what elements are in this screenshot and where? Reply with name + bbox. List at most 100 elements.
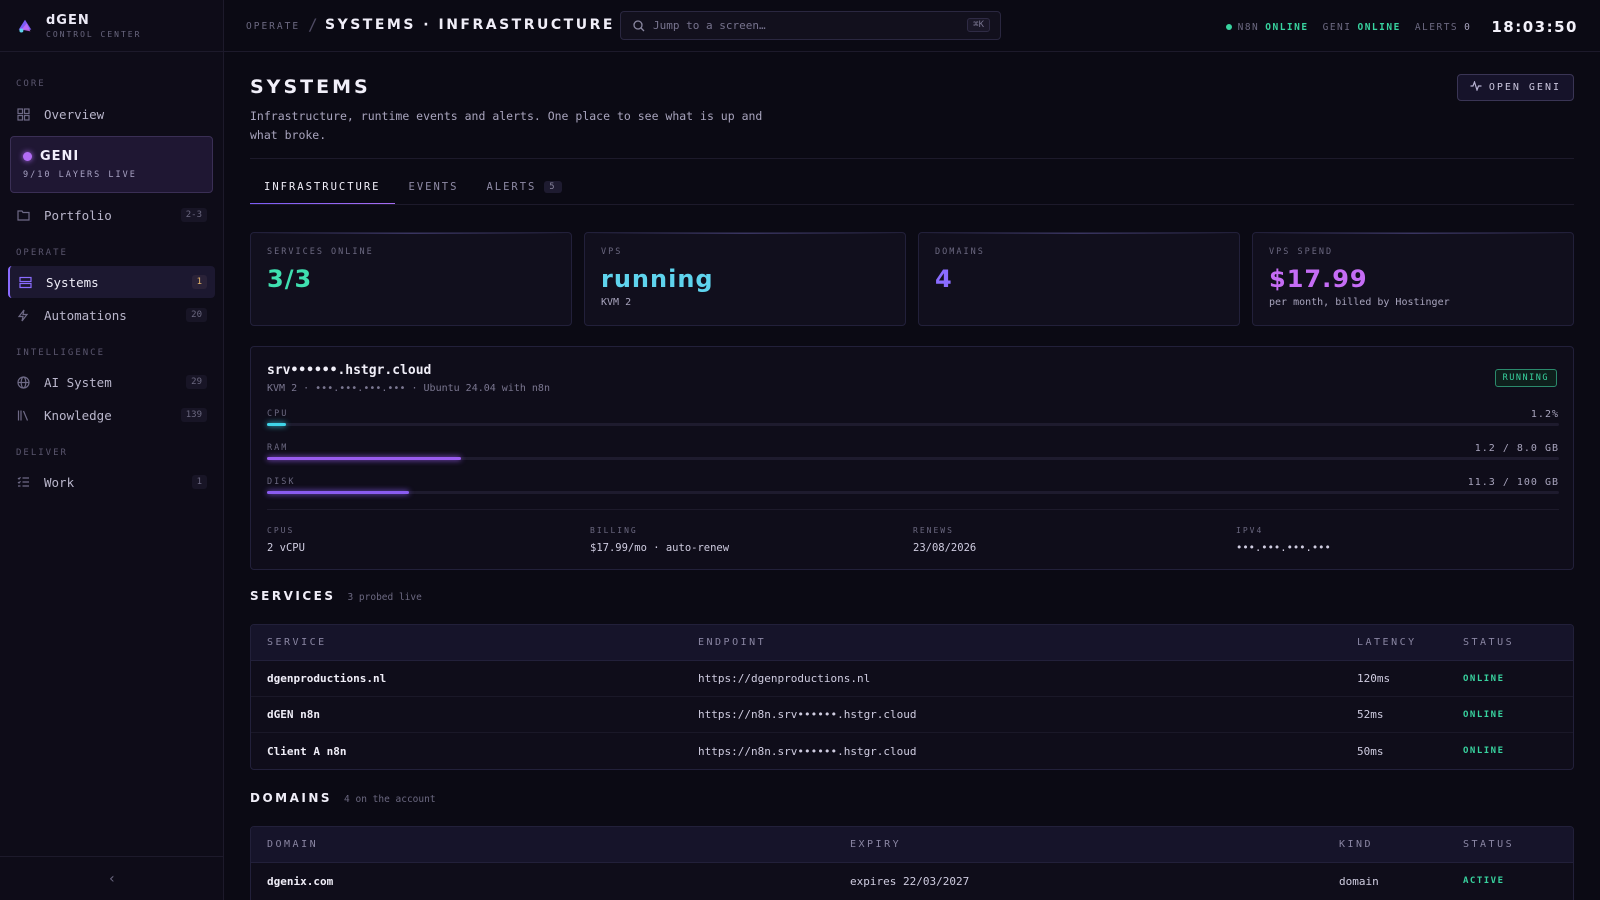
tab-alerts[interactable]: ALERTS 5 [472, 170, 575, 204]
sidebar-item-work[interactable]: Work 1 [8, 466, 215, 498]
page-description: Infrastructure, runtime events and alert… [250, 109, 763, 142]
sidebar-item-count: 2-3 [180, 208, 207, 222]
stat-value: 4 [935, 265, 953, 293]
section-label-core: CORE [16, 79, 46, 89]
sidebar-item-label: Overview [44, 106, 105, 122]
column-header-status: STATUS [1463, 637, 1515, 648]
sidebar-item-automations[interactable]: Automations 20 [8, 299, 215, 331]
sidebar-item-knowledge[interactable]: Knowledge 139 [8, 399, 215, 431]
alerts-status-value: 0 [1464, 21, 1472, 33]
stat-services-online: SERVICES ONLINE 3/3 [250, 232, 572, 326]
tab-label: EVENTS [408, 181, 459, 193]
services-table: SERVICE ENDPOINT LATENCY STATUS dgenprod… [250, 624, 1574, 770]
meter-label: DISK [267, 477, 296, 487]
cell-latency: 120ms [1357, 672, 1391, 685]
section-label-operate: OPERATE [16, 248, 68, 258]
stat-label: VPS [601, 247, 623, 257]
tab-bar: INFRASTRUCTURE EVENTS ALERTS 5 [250, 170, 576, 205]
brand-subtitle: CONTROL CENTER [46, 29, 142, 39]
sidebar-item-overview[interactable]: Overview [8, 98, 215, 130]
vps-hostname: srv••••••.hstgr.cloud [267, 363, 432, 378]
geni-status-label: GENI [1322, 21, 1352, 33]
table-row[interactable]: Client A n8n https://n8n.srv••••••.hstgr… [251, 733, 1573, 769]
search-bar[interactable]: ⌘K [620, 11, 1001, 40]
sidebar-item-label: Knowledge [44, 407, 112, 423]
sidebar-item-label: AI System [44, 374, 112, 390]
tab-label: INFRASTRUCTURE [264, 181, 381, 193]
table-row[interactable]: dGEN n8n https://n8n.srv••••••.hstgr.clo… [251, 697, 1573, 733]
sidebar-item-label: Work [44, 474, 75, 490]
sidebar-item-portfolio[interactable]: Portfolio 2-3 [8, 199, 215, 231]
vps-status-badge: RUNNING [1494, 369, 1557, 387]
column-header-expiry: EXPIRY [850, 839, 902, 850]
stat-label: VPS SPEND [1269, 247, 1334, 257]
globe-icon [16, 375, 30, 389]
open-geni-button[interactable]: OPEN GENI [1456, 74, 1574, 101]
vps-info-renews: RENEWS 23/08/2026 [913, 526, 1236, 554]
alerts-status-label[interactable]: ALERTS [1415, 22, 1458, 33]
meter-track [267, 457, 1559, 460]
brand-name: dGEN [46, 12, 90, 28]
brand[interactable]: dGEN CONTROL CENTER [0, 0, 223, 52]
ram-meter: RAM 1.2 / 8.0 GB [267, 443, 1559, 460]
cell-endpoint[interactable]: https://n8n.srv••••••.hstgr.cloud [698, 708, 917, 721]
sidebar-item-count: 20 [186, 308, 207, 322]
cell-kind: domain [1339, 874, 1379, 888]
n8n-status-label: N8N [1237, 21, 1260, 33]
dgen-logo-icon [18, 19, 32, 32]
disk-meter-fill [267, 491, 410, 494]
sidebar-item-systems[interactable]: Systems 1 [8, 266, 215, 298]
stat-value: 3/3 [267, 265, 313, 293]
stat-vps: VPS running KVM 2 [584, 232, 906, 326]
cell-status: ONLINE [1463, 746, 1505, 756]
column-header-domain: DOMAIN [267, 839, 319, 850]
folder-icon [16, 208, 30, 222]
tabs-divider [250, 204, 1574, 205]
meter-label: CPU [267, 409, 289, 419]
cell-status: ACTIVE [1463, 876, 1505, 886]
section-label-deliver: DELIVER [16, 448, 68, 458]
breadcrumb-parent[interactable]: OPERATE [246, 21, 300, 32]
info-label: IPV4 [1236, 526, 1264, 535]
system-status: N8N ONLINE GENI ONLINE ALERTS 0 18:03:50 [1225, 18, 1578, 36]
breadcrumb-current: SYSTEMS · INFRASTRUCTURE [325, 17, 615, 33]
tab-events[interactable]: EVENTS [395, 170, 473, 204]
table-row[interactable]: dgenix.com expires 22/03/2027 domain ACT… [251, 863, 1573, 899]
info-label: CPUS [267, 526, 295, 535]
tab-infrastructure[interactable]: INFRASTRUCTURE [250, 170, 395, 205]
n8n-status-dot [1225, 24, 1232, 30]
grid-icon [16, 107, 30, 121]
info-value: 23/08/2026 [913, 542, 977, 554]
domains-header: DOMAINS 4 on the account [250, 791, 436, 805]
cpu-meter-fill [267, 423, 287, 426]
cell-latency: 50ms [1357, 744, 1384, 758]
ram-meter-fill [267, 457, 461, 460]
column-header-service: SERVICE [267, 637, 327, 648]
info-value: •••.•••.•••.••• [1236, 542, 1331, 554]
cell-endpoint[interactable]: https://n8n.srv••••••.hstgr.cloud [698, 745, 917, 758]
cell-endpoint[interactable]: https://dgenproductions.nl [698, 672, 870, 685]
stat-label: SERVICES ONLINE [267, 247, 374, 257]
info-value: $17.99/mo · auto-renew [590, 542, 730, 554]
search-input[interactable] [653, 19, 943, 32]
meter-label: RAM [267, 443, 289, 453]
cell-latency: 52ms [1357, 708, 1384, 721]
table-row[interactable]: dgenproductions.nl https://dgenproductio… [251, 661, 1573, 697]
sidebar-item-ai-system[interactable]: AI System 29 [8, 366, 215, 398]
vps-info: CPUS 2 vCPU BILLING $17.99/mo · auto-ren… [267, 509, 1559, 554]
server-icon [18, 275, 32, 289]
stat-value: running [601, 265, 714, 293]
geni-card[interactable]: GENI 9/10 LAYERS LIVE [10, 136, 213, 193]
info-label: BILLING [590, 526, 638, 535]
meter-value: 11.3 / 100 GB [1467, 477, 1559, 488]
sidebar-item-label: Automations [44, 307, 127, 323]
disk-meter: DISK 11.3 / 100 GB [267, 477, 1559, 494]
column-header-endpoint: ENDPOINT [698, 637, 767, 648]
table-header: SERVICE ENDPOINT LATENCY STATUS [251, 625, 1573, 661]
column-header-kind: KIND [1339, 839, 1374, 850]
column-header-status: STATUS [1463, 839, 1515, 850]
sidebar-item-label: Portfolio [44, 207, 112, 223]
cell-service: Client A n8n [267, 744, 347, 758]
info-value: 2 vCPU [267, 542, 305, 554]
collapse-sidebar-button[interactable]: ‹ [0, 856, 224, 900]
